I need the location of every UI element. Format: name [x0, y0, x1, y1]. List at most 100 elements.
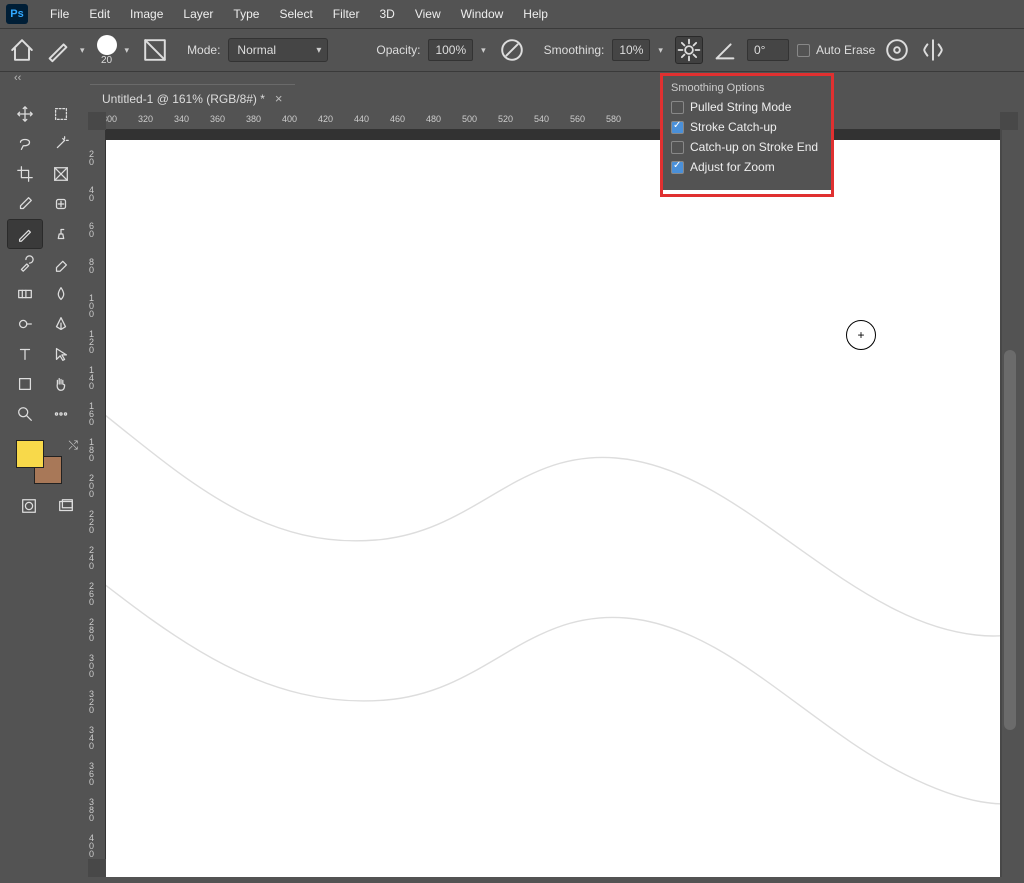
brush-preset[interactable]: 20	[97, 35, 117, 66]
hand-tool[interactable]	[44, 370, 78, 398]
auto-erase-checkbox[interactable]: Auto Erase	[797, 43, 875, 57]
smoothing-option[interactable]: Stroke Catch-up	[671, 120, 823, 134]
angle-icon	[711, 36, 739, 64]
chevron-down-icon[interactable]: ▾	[80, 45, 85, 56]
menu-filter[interactable]: Filter	[323, 3, 370, 25]
horizontal-ruler: 3003203403603804004204404604805005205405…	[106, 112, 1000, 130]
scroll-thumb[interactable]	[1004, 350, 1016, 730]
ruler-tick: 160	[89, 402, 105, 426]
pressure-size-icon[interactable]	[883, 36, 911, 64]
move-tool[interactable]	[8, 100, 42, 128]
document-tab[interactable]: Untitled-1 @ 161% (RGB/8#) * ×	[90, 84, 295, 112]
chevron-down-icon[interactable]: ▾	[125, 45, 130, 56]
vertical-scrollbar[interactable]	[1002, 130, 1018, 877]
ruler-tick: 80	[89, 258, 105, 274]
document-title: Untitled-1 @ 161% (RGB/8#) *	[102, 92, 265, 106]
ruler-tick: 100	[89, 294, 105, 318]
ruler-tick: 260	[89, 582, 105, 606]
chevron-down-icon[interactable]: ▾	[481, 45, 486, 56]
swap-colors-icon[interactable]: ⤭	[68, 438, 78, 453]
ruler-tick: 240	[89, 546, 105, 570]
menu-type[interactable]: Type	[223, 3, 269, 25]
smoothing-option[interactable]: Pulled String Mode	[671, 100, 823, 114]
brush-panel-icon[interactable]	[141, 36, 169, 64]
checkbox-icon[interactable]	[671, 121, 684, 134]
menu-help[interactable]: Help	[513, 3, 558, 25]
type-tool[interactable]	[8, 340, 42, 368]
history-brush-tool[interactable]	[8, 250, 42, 278]
smoothing-option[interactable]: Catch-up on Stroke End	[671, 140, 823, 154]
menu-image[interactable]: Image	[120, 3, 173, 25]
magic-wand-tool[interactable]	[44, 130, 78, 158]
screen-mode-tool[interactable]	[49, 492, 82, 520]
menu-view[interactable]: View	[405, 3, 451, 25]
pencil-tool-icon[interactable]	[44, 36, 72, 64]
vertical-ruler: 2040608010012014016018020022024026028030…	[88, 130, 106, 859]
checkbox-icon[interactable]	[671, 101, 684, 114]
work-area: 3003203403603804004204404604805005205405…	[88, 112, 1018, 877]
checkbox-icon[interactable]	[671, 141, 684, 154]
blend-mode-select[interactable]: Normal	[228, 38, 328, 62]
quick-mask-tool[interactable]	[12, 492, 45, 520]
marquee-tool[interactable]	[44, 100, 78, 128]
smoothing-options-gear-icon[interactable]	[675, 36, 703, 64]
shape-tool[interactable]	[8, 370, 42, 398]
symmetry-icon[interactable]	[919, 36, 947, 64]
more-tools[interactable]	[44, 400, 78, 428]
popup-title: Smoothing Options	[671, 82, 823, 94]
options-bar: ▾ 20 ▾ Mode: Normal Opacity: 100% ▾ Smooth…	[0, 28, 1024, 72]
ruler-tick: 300	[106, 114, 117, 124]
canvas[interactable]: +	[106, 140, 1000, 877]
pencil-tool[interactable]	[8, 220, 42, 248]
color-swatches[interactable]: ⤭	[12, 436, 82, 484]
healing-brush-tool[interactable]	[44, 190, 78, 218]
ruler-tick: 60	[89, 222, 105, 238]
frame-tool[interactable]	[44, 160, 78, 188]
opacity-input[interactable]: 100%	[428, 39, 473, 61]
clone-stamp-tool[interactable]	[44, 220, 78, 248]
checkbox-icon[interactable]	[671, 161, 684, 174]
ruler-tick: 520	[498, 114, 513, 124]
menu-layer[interactable]: Layer	[173, 3, 223, 25]
ruler-tick: 40	[89, 186, 105, 202]
pen-tool[interactable]	[44, 310, 78, 338]
ruler-tick: 320	[89, 690, 105, 714]
foreground-color-swatch[interactable]	[16, 440, 44, 468]
angle-input[interactable]: 0°	[747, 39, 789, 61]
path-selection-tool[interactable]	[44, 340, 78, 368]
zoom-tool[interactable]	[8, 400, 42, 428]
ruler-tick: 460	[390, 114, 405, 124]
smoothing-input[interactable]: 10%	[612, 39, 650, 61]
pressure-opacity-icon[interactable]	[498, 36, 526, 64]
menu-edit[interactable]: Edit	[79, 3, 120, 25]
ruler-tick: 280	[89, 618, 105, 642]
blur-tool[interactable]	[44, 280, 78, 308]
close-icon[interactable]: ×	[275, 91, 283, 106]
home-icon[interactable]	[8, 36, 36, 64]
toolbox: ⤭	[6, 96, 84, 524]
dodge-tool[interactable]	[8, 310, 42, 338]
ruler-tick: 340	[89, 726, 105, 750]
smoothing-options-popup: Smoothing Options Pulled String Mode Stro…	[663, 76, 831, 190]
ruler-tick: 220	[89, 510, 105, 534]
smoothing-label: Smoothing:	[544, 43, 605, 57]
menu-3d[interactable]: 3D	[369, 3, 404, 25]
chevron-down-icon[interactable]: ▾	[658, 45, 663, 56]
opacity-label: Opacity:	[376, 43, 420, 57]
lasso-tool[interactable]	[8, 130, 42, 158]
crop-tool[interactable]	[8, 160, 42, 188]
gradient-tool[interactable]	[8, 280, 42, 308]
ruler-tick: 500	[462, 114, 477, 124]
menu-select[interactable]: Select	[269, 3, 322, 25]
menu-file[interactable]: File	[40, 3, 79, 25]
eraser-tool[interactable]	[44, 250, 78, 278]
smoothing-option[interactable]: Adjust for Zoom	[671, 160, 823, 174]
mode-label: Mode:	[187, 43, 220, 57]
canvas-viewport[interactable]: +	[106, 130, 1000, 877]
eyedropper-tool[interactable]	[8, 190, 42, 218]
app-logo: Ps	[6, 4, 28, 24]
ruler-tick: 180	[89, 438, 105, 462]
ruler-tick: 380	[89, 798, 105, 822]
ruler-tick: 340	[174, 114, 189, 124]
menu-window[interactable]: Window	[451, 3, 514, 25]
